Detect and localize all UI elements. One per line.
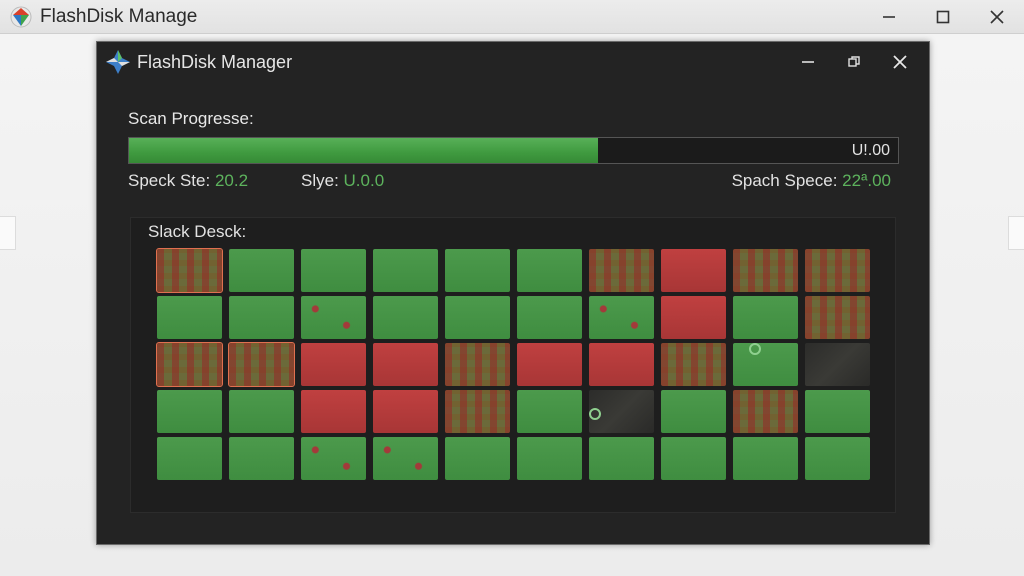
minimize-icon — [802, 61, 814, 63]
slye-stat: Slye: U.0.0 — [301, 171, 384, 191]
disk-block[interactable] — [229, 390, 294, 433]
minimize-icon — [883, 16, 895, 18]
app-window-title: FlashDisk Manager — [137, 51, 293, 72]
disk-block[interactable] — [517, 296, 582, 339]
disk-block[interactable] — [373, 249, 438, 292]
disk-block[interactable] — [301, 390, 366, 433]
disk-block[interactable] — [445, 437, 510, 480]
app-titlebar: FlashDisk Manager — [97, 42, 929, 82]
disk-block[interactable] — [373, 437, 438, 480]
app-close-button[interactable] — [877, 42, 923, 82]
spach-stat-value: 22ª.00 — [842, 171, 891, 190]
scan-progress-bar: U!.00 — [128, 137, 899, 164]
disk-block[interactable] — [517, 343, 582, 386]
disk-block[interactable] — [517, 249, 582, 292]
disk-block[interactable] — [661, 390, 726, 433]
disk-block[interactable] — [373, 390, 438, 433]
disk-block[interactable] — [733, 390, 798, 433]
maximize-icon — [936, 10, 950, 24]
spach-stat-label: Spach Spece: — [731, 171, 838, 190]
app-minimize-button[interactable] — [785, 42, 831, 82]
disk-block[interactable] — [445, 296, 510, 339]
disk-block[interactable] — [805, 437, 870, 480]
disk-block[interactable] — [805, 390, 870, 433]
speck-stat-label: Speck Ste: — [128, 171, 211, 190]
app-window: FlashDisk Manager Scan Progresse: U!.00 … — [96, 41, 930, 545]
restore-icon — [848, 56, 860, 67]
app-restore-button[interactable] — [831, 42, 877, 82]
disk-block[interactable] — [589, 343, 654, 386]
disk-block[interactable] — [445, 390, 510, 433]
disk-block[interactable] — [589, 249, 654, 292]
disk-block[interactable] — [228, 342, 295, 387]
disk-block[interactable] — [589, 296, 654, 339]
disk-block[interactable] — [301, 249, 366, 292]
disk-block[interactable] — [517, 390, 582, 433]
disk-block[interactable] — [157, 437, 222, 480]
close-icon — [990, 10, 1004, 24]
disk-block[interactable] — [589, 437, 654, 480]
os-titlebar: FlashDisk Manage — [0, 0, 1024, 34]
disk-block[interactable] — [805, 343, 870, 386]
disk-block[interactable] — [373, 343, 438, 386]
slye-stat-label: Slye: — [301, 171, 339, 190]
right-edge-tab — [1008, 216, 1024, 250]
spach-stat: Spach Spece: 22ª.00 — [732, 171, 891, 191]
disk-block[interactable] — [661, 437, 726, 480]
disk-block[interactable] — [805, 249, 870, 292]
close-icon — [893, 55, 907, 69]
close-button[interactable] — [970, 0, 1024, 34]
disk-block[interactable] — [517, 437, 582, 480]
scan-progress-fill — [129, 138, 599, 163]
slye-stat-value: U.0.0 — [343, 171, 385, 190]
minimize-button[interactable] — [862, 0, 916, 34]
disk-block[interactable] — [445, 249, 510, 292]
disk-block[interactable] — [733, 437, 798, 480]
scan-marker-icon — [589, 408, 601, 420]
disk-block[interactable] — [156, 248, 223, 293]
disk-block[interactable] — [301, 343, 366, 386]
speck-stat: Speck Ste: 20.2 — [128, 171, 248, 191]
disk-block[interactable] — [733, 296, 798, 339]
flashdisk-app-icon — [9, 5, 33, 29]
disk-block[interactable] — [733, 249, 798, 292]
os-window-controls — [862, 0, 1024, 34]
disk-block[interactable] — [445, 343, 510, 386]
maximize-button[interactable] — [916, 0, 970, 34]
speck-stat-value: 20.2 — [214, 171, 249, 190]
disk-block[interactable] — [229, 437, 294, 480]
scan-marker-icon — [749, 343, 761, 355]
disk-block[interactable] — [661, 343, 726, 386]
disk-block[interactable] — [301, 296, 366, 339]
block-map-grid — [156, 248, 870, 480]
disk-block[interactable] — [661, 249, 726, 292]
left-edge-tab — [0, 216, 16, 250]
disk-block[interactable] — [229, 249, 294, 292]
scan-progress-label: Scan Progresse: — [128, 109, 254, 128]
disk-block[interactable] — [157, 390, 222, 433]
disk-block[interactable] — [229, 296, 294, 339]
disk-block[interactable] — [301, 437, 366, 480]
disk-block[interactable] — [733, 343, 798, 386]
disk-block[interactable] — [156, 342, 223, 387]
scan-progress-value: U!.00 — [851, 142, 890, 159]
app-window-controls — [785, 42, 923, 82]
disk-block[interactable] — [805, 296, 870, 339]
slack-desk-label: Slack Desck: — [148, 222, 247, 241]
disk-block[interactable] — [373, 296, 438, 339]
os-window-title: FlashDisk Manage — [40, 5, 198, 27]
slack-desk-panel: Slack Desck: — [130, 217, 896, 513]
flashdisk-app-icon — [105, 49, 131, 75]
disk-block[interactable] — [157, 296, 222, 339]
disk-block[interactable] — [661, 296, 726, 339]
